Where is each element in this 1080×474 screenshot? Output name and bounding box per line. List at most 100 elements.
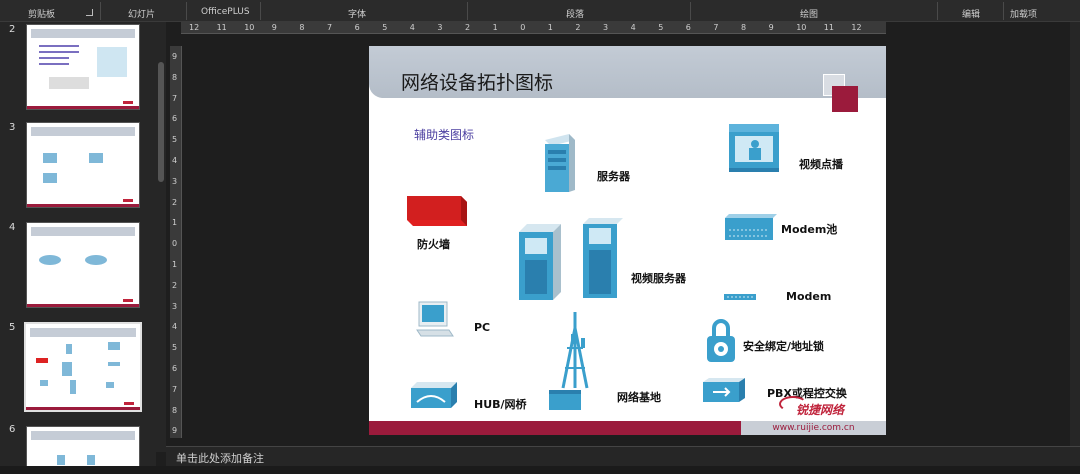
slide-thumbnail-4[interactable] [26, 222, 140, 308]
thumb-logo [123, 101, 133, 104]
ruler-tick-label: 9 [271, 23, 277, 32]
base-station-label[interactable]: 网络基地 [617, 389, 661, 405]
ribbon-group-officeplus[interactable]: OfficePLUS [201, 7, 250, 17]
video-server-icon[interactable] [517, 216, 637, 306]
slide-thumbnail-5[interactable] [24, 322, 142, 412]
modem-pool-icon[interactable] [723, 212, 779, 242]
aux-icons-label[interactable]: 辅助类图标 [414, 126, 474, 143]
pc-icon[interactable] [415, 300, 455, 338]
pc-label[interactable]: PC [474, 321, 490, 334]
pbx-icon[interactable] [701, 376, 747, 404]
thumb-logo [124, 402, 134, 405]
thumb-header [31, 227, 135, 236]
horizontal-ruler[interactable]: 12 11 10 9 8 7 6 5 4 3 2 1 0 1 2 3 4 5 6 7 8 9 10 11 12 [181, 22, 886, 34]
thumb-icon [87, 455, 95, 465]
security-label[interactable]: 安全绑定/地址锁 [743, 338, 824, 354]
ruler-tick-label: 1 [172, 260, 178, 269]
server-label[interactable]: 服务器 [597, 168, 630, 184]
ruler-tick-label: 4 [172, 156, 178, 165]
ruler-tick-label: 4 [630, 23, 636, 32]
ruler-tick-label: 7 [713, 23, 719, 32]
ruler-tick-label: 5 [172, 343, 178, 353]
ribbon-group-drawing[interactable]: 绘图 [800, 7, 818, 20]
thumb-text [49, 77, 89, 89]
ruler-tick-label: 6 [172, 114, 178, 124]
thumb-icon [85, 255, 107, 265]
ribbon-group-font[interactable]: 字体 [348, 7, 366, 20]
ruler-tick-label: 1 [492, 23, 498, 32]
thumb-footer [27, 304, 139, 307]
ruler-tick-label: 1 [172, 218, 178, 228]
ribbon-group-slides[interactable]: 幻灯片 [128, 7, 155, 20]
ruler-tick-label: 4 [172, 322, 178, 332]
ribbon-group-clipboard[interactable]: 剪贴板 [28, 7, 55, 20]
thumb-logo [123, 199, 133, 202]
thumb-icon [108, 362, 120, 366]
video-on-demand-label[interactable]: 视频点播 [799, 156, 843, 172]
slide-thumbnails-pane[interactable]: 2 3 4 5 6 [0, 22, 156, 474]
modem-label[interactable]: Modem [786, 290, 831, 303]
ruler-tick-label: 8 [172, 405, 178, 415]
clipboard-launcher-icon[interactable] [86, 9, 93, 16]
thumb-number: 4 [9, 222, 16, 233]
pbx-label[interactable]: PBX或程控交换 [767, 385, 847, 401]
thumb-icon [108, 342, 120, 350]
ruler-tick-label: 9 [172, 52, 178, 61]
hub-label[interactable]: HUB/网桥 [474, 396, 527, 412]
thumb-number: 3 [9, 122, 16, 133]
video-server-label[interactable]: 视频服务器 [631, 270, 686, 286]
server-icon[interactable] [541, 134, 579, 196]
ribbon-group-addins[interactable]: 加载项 [1010, 7, 1037, 20]
slide-canvas[interactable]: 网络设备拓扑图标 辅助类图标 服务器 视频点播 防火墙 Modem池 视频服务器… [369, 46, 886, 435]
ribbon-group-paragraph[interactable]: 段落 [566, 7, 584, 20]
ruler-tick-label: 9 [768, 23, 774, 32]
thumb-footer [27, 204, 139, 207]
thumb-icon [40, 380, 48, 386]
thumb-number: 2 [9, 24, 16, 35]
video-on-demand-icon[interactable] [727, 122, 781, 174]
ribbon-separator [100, 2, 101, 20]
ribbon-separator [467, 2, 468, 20]
modem-icon[interactable] [723, 292, 757, 302]
slide-thumbnail-3[interactable] [26, 122, 140, 208]
ruler-tick-label: 12 [189, 23, 200, 32]
thumb-header [31, 431, 135, 440]
editor-scrollbar[interactable] [1070, 22, 1080, 446]
thumb-header [30, 328, 136, 337]
notes-placeholder[interactable]: 单击此处添加备注 [176, 450, 264, 466]
ruler-tick-label: 5 [172, 135, 178, 145]
thumbnails-scrollbar[interactable] [156, 22, 166, 452]
thumb-number: 5 [9, 322, 16, 333]
scrollbar-thumb[interactable] [158, 62, 164, 182]
ribbon-group-editing[interactable]: 编辑 [962, 7, 980, 20]
firewall-label[interactable]: 防火墙 [417, 236, 450, 252]
firewall-icon[interactable] [405, 192, 469, 228]
company-logo: 锐捷网络 [796, 403, 845, 417]
thumb-icon [39, 255, 61, 265]
modem-pool-label[interactable]: Modem池 [781, 221, 837, 237]
ribbon-separator [260, 2, 261, 20]
ruler-tick-label: 6 [354, 23, 360, 32]
thumb-image [97, 47, 127, 77]
lock-icon[interactable] [705, 318, 737, 364]
base-station-icon[interactable] [545, 308, 605, 414]
thumb-footer [27, 106, 139, 109]
ruler-tick-label: 6 [685, 23, 691, 32]
footer-url: www.ruijie.com.cn [741, 421, 886, 435]
slide-title[interactable]: 网络设备拓扑图标 [401, 68, 553, 95]
ruler-tick-label: 12 [851, 23, 862, 32]
ruler-tick-label: 3 [172, 301, 178, 311]
slide-thumbnail-2[interactable] [26, 24, 140, 110]
thumb-icon [89, 153, 103, 163]
ruler-tick-label: 3 [603, 23, 609, 32]
ruler-tick-label: 6 [172, 364, 178, 373]
hub-icon[interactable] [409, 380, 459, 410]
ruler-tick-label: 0 [172, 239, 178, 249]
ruler-tick-label: 2 [172, 280, 178, 290]
status-bar [0, 466, 1080, 474]
vertical-ruler[interactable]: 9 8 7 6 5 4 3 2 1 0 1 2 3 4 5 6 7 8 9 [170, 46, 182, 438]
thumb-icon [62, 362, 72, 376]
ruler-tick-label: 11 [216, 23, 227, 32]
thumb-header [31, 29, 135, 38]
notes-pane[interactable]: 单击此处添加备注 [166, 446, 1080, 466]
